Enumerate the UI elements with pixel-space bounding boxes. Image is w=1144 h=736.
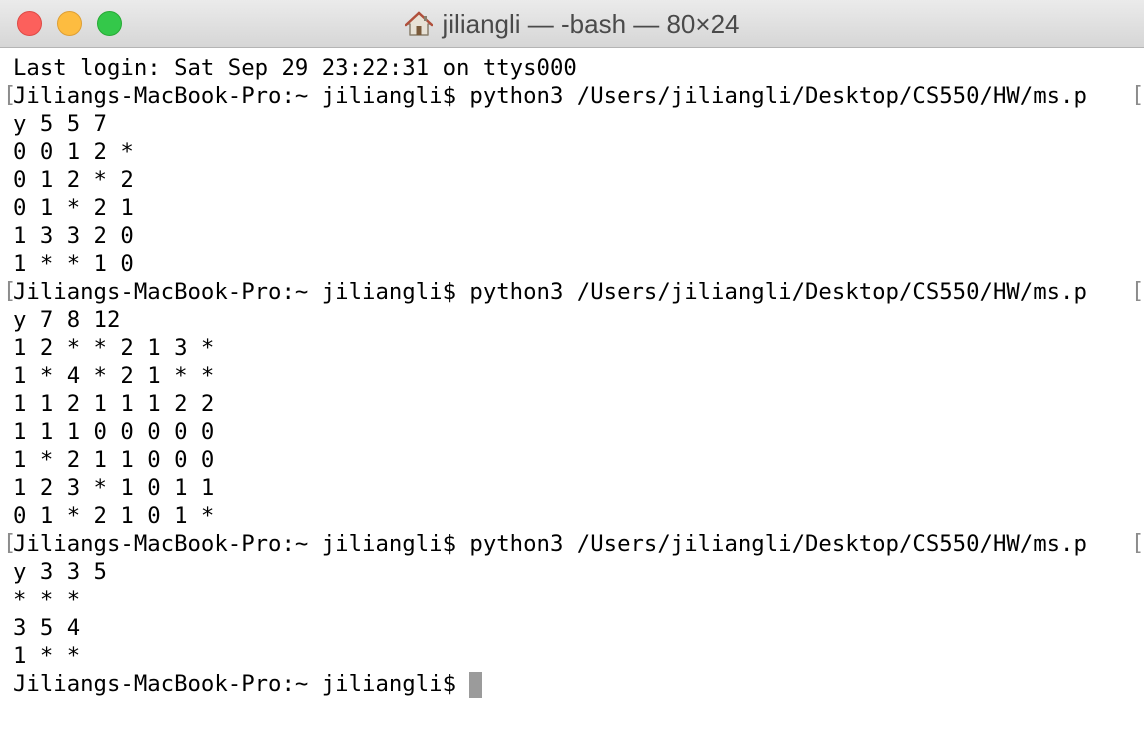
terminal-line: 3 5 4 [13, 615, 81, 641]
terminal-line: y 3 3 5 [13, 559, 107, 585]
terminal-line: 1 * * 1 0 [13, 251, 134, 277]
terminal-content[interactable]: Last login: Sat Sep 29 23:22:31 on ttys0… [0, 48, 1144, 736]
window-title: jiliangli — -bash — 80×24 [442, 8, 740, 39]
terminal-line: 0 1 * 2 1 [13, 195, 134, 221]
terminal-line: 1 * 4 * 2 1 * * [13, 363, 215, 389]
terminal-line: 0 1 2 * 2 [13, 167, 134, 193]
terminal-line: * * * [13, 587, 81, 613]
terminal-line: Jiliangs-MacBook-Pro:~ jiliangli$ python… [13, 279, 1087, 305]
terminal-prompt-line: Jiliangs-MacBook-Pro:~ jiliangli$ [13, 670, 482, 698]
terminal-line: 1 2 * * 2 1 3 * [13, 335, 215, 361]
terminal-line: Last login: Sat Sep 29 23:22:31 on ttys0… [13, 55, 577, 81]
title-bar[interactable]: jiliangli — -bash — 80×24 [0, 0, 1144, 48]
text-cursor [469, 671, 482, 698]
terminal-line: 1 1 1 0 0 0 0 0 [13, 419, 215, 445]
terminal-line: 1 3 3 2 0 [13, 223, 134, 249]
house-icon [404, 11, 433, 36]
terminal-line: Jiliangs-MacBook-Pro:~ jiliangli$ python… [13, 83, 1087, 109]
terminal-line: 1 1 2 1 1 1 2 2 [13, 391, 215, 417]
window-title-group: jiliangli — -bash — 80×24 [0, 0, 1144, 48]
terminal-line: 1 * * [13, 643, 81, 669]
terminal-window: jiliangli — -bash — 80×24 Last login: Sa… [0, 0, 1144, 736]
terminal-line: 0 0 1 2 * [13, 139, 134, 165]
terminal-line: 1 2 3 * 1 0 1 1 [13, 475, 215, 501]
terminal-line: y 5 5 7 [13, 111, 107, 137]
terminal-line: 0 1 * 2 1 0 1 * [13, 503, 215, 529]
prompt-text: Jiliangs-MacBook-Pro:~ jiliangli$ [13, 671, 456, 697]
terminal-line: y 7 8 12 [13, 307, 121, 333]
terminal-line: Jiliangs-MacBook-Pro:~ jiliangli$ python… [13, 531, 1087, 557]
terminal-line: 1 * 2 1 1 0 0 0 [13, 447, 215, 473]
